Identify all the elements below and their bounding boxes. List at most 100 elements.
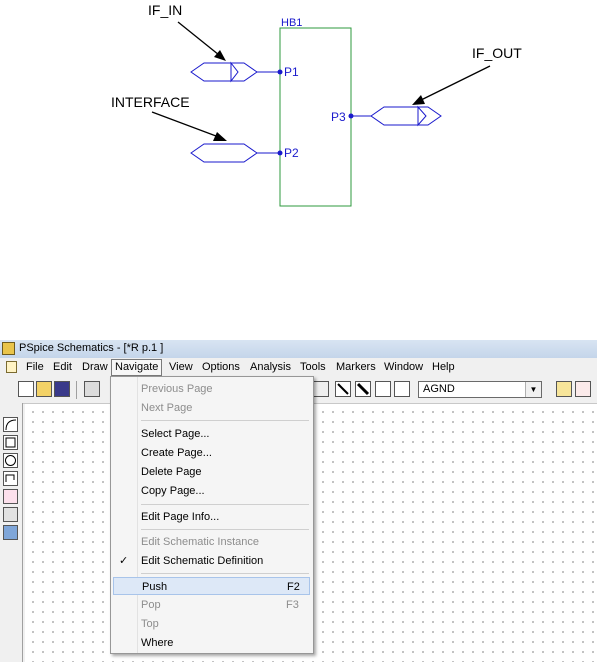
menu-draw[interactable]: Draw [79,360,111,375]
menu-edit-schematic-instance-label: Edit Schematic Instance [141,536,260,548]
print-icon[interactable] [84,381,100,397]
menu-pop-label: Pop [141,599,161,611]
menu-help[interactable]: Help [429,360,458,375]
port-p3-inner [417,105,427,127]
toolbar-separator [76,381,77,399]
menu-separator [141,573,309,574]
get-part-icon[interactable] [394,381,410,397]
annotation-if-out: IF_OUT [472,45,522,61]
draw-bus-icon[interactable] [355,381,371,397]
menu-edit-schematic-definition-label: Edit Schematic Definition [141,555,264,567]
menu-pop[interactable]: Pop F3 [113,596,310,614]
menu-edit-schematic-definition[interactable]: ✓ Edit Schematic Definition [113,552,310,570]
rectangle-shape [5,437,16,448]
polyline-shape [5,474,15,482]
polyline-icon[interactable] [3,471,18,486]
circle-shape [5,455,16,466]
port-p1-outer [190,62,258,82]
part-name-combo[interactable]: AGND ▼ [418,381,542,398]
annotation-interface: INTERFACE [111,94,190,110]
checkmark-icon: ✓ [119,555,129,567]
menu-previous-page[interactable]: Previous Page [113,380,310,398]
arc-shape [5,419,17,431]
menu-view[interactable]: View [166,360,196,375]
arrowhead-interface [213,132,227,141]
new-file-icon[interactable] [18,381,34,397]
text-box-icon[interactable] [3,507,18,522]
menu-file[interactable]: File [23,360,47,375]
draw-wire-icon[interactable] [335,381,351,397]
pin-dot-p3 [348,113,354,119]
menu-create-page-label: Create Page... [141,447,212,459]
pspice-window: PSpice Schematics - [*R p.1 ] File Edit … [0,340,597,662]
edit-symbol-icon[interactable] [575,381,591,397]
menu-edit-page-info-label: Edit Page Info... [141,511,220,523]
menu-separator [141,529,309,530]
menu-create-page[interactable]: Create Page... [113,444,310,462]
arc-icon[interactable] [3,417,18,432]
menu-where-label: Where [141,637,174,649]
document-icon[interactable] [6,361,17,373]
bus-icon [356,382,370,396]
chevron-down-icon[interactable]: ▼ [525,382,541,397]
menu-pop-shortcut: F3 [286,599,299,611]
menu-analysis[interactable]: Analysis [247,360,294,375]
menu-window[interactable]: Window [381,360,426,375]
menu-push-shortcut: F2 [287,581,300,593]
port-p3-outer [370,106,442,126]
menu-top[interactable]: Top [113,615,310,633]
title-bar: PSpice Schematics - [*R p.1 ] [0,340,597,358]
menu-copy-page-label: Copy Page... [141,485,205,497]
menu-delete-page-label: Delete Page [141,466,202,478]
part-name-value: AGND [423,383,455,395]
text-icon[interactable] [3,489,18,504]
menu-bar: File Edit Draw Navigate View Options Ana… [0,359,597,376]
pin-dot-p2 [277,150,283,156]
menu-where[interactable]: Where [113,634,310,652]
menu-top-label: Top [141,618,159,630]
port-p2 [190,143,258,163]
menu-previous-page-label: Previous Page [141,383,213,395]
menu-markers[interactable]: Markers [333,360,379,375]
menu-edit-page-info[interactable]: Edit Page Info... [113,508,310,526]
pin-label-p3: P3 [331,110,346,124]
window-title: PSpice Schematics - [*R p.1 ] [19,342,164,354]
app-icon [2,342,15,355]
hierarchical-block-diagram: HB1 P1 P2 P3 IF_IN INTERFACE IF_OUT [111,2,522,207]
menu-separator [141,504,309,505]
port-p1-inner [230,61,239,83]
block-name-label: HB1 [281,17,302,29]
save-icon[interactable] [54,381,70,397]
arrowhead-if-out [412,95,425,105]
rectangle-icon[interactable] [3,435,18,450]
menu-edit[interactable]: Edit [50,360,75,375]
menu-separator [141,420,309,421]
pin-dot-p1 [277,69,283,75]
draw-toolbar [0,403,23,662]
arrow-if-out [414,65,491,104]
annotation-if-in: IF_IN [148,2,182,18]
zoom-icon[interactable] [313,381,329,397]
menu-copy-page[interactable]: Copy Page... [113,482,310,500]
attributes-icon[interactable] [556,381,572,397]
circle-icon[interactable] [3,453,18,468]
menu-select-page[interactable]: Select Page... [113,425,310,443]
menu-push-label: Push [142,581,168,593]
menu-delete-page[interactable]: Delete Page [113,463,310,481]
menu-next-page[interactable]: Next Page [113,399,310,417]
pin-label-p1: P1 [284,65,299,79]
menu-edit-schematic-instance[interactable]: Edit Schematic Instance [113,533,310,551]
draw-block-icon[interactable] [375,381,391,397]
arrow-interface [151,111,225,140]
pin-label-p2: P2 [284,146,299,160]
menu-select-page-label: Select Page... [141,428,210,440]
insert-picture-icon[interactable] [3,525,18,540]
menu-next-page-label: Next Page [141,402,193,414]
navigate-dropdown: Previous Page Next Page Select Page... C… [110,376,314,654]
open-folder-icon[interactable] [36,381,52,397]
menu-push[interactable]: Push F2 [113,577,310,595]
menu-navigate[interactable]: Navigate [111,359,163,376]
menu-tools[interactable]: Tools [297,360,329,375]
menu-options[interactable]: Options [199,360,243,375]
wire-icon [337,383,349,395]
